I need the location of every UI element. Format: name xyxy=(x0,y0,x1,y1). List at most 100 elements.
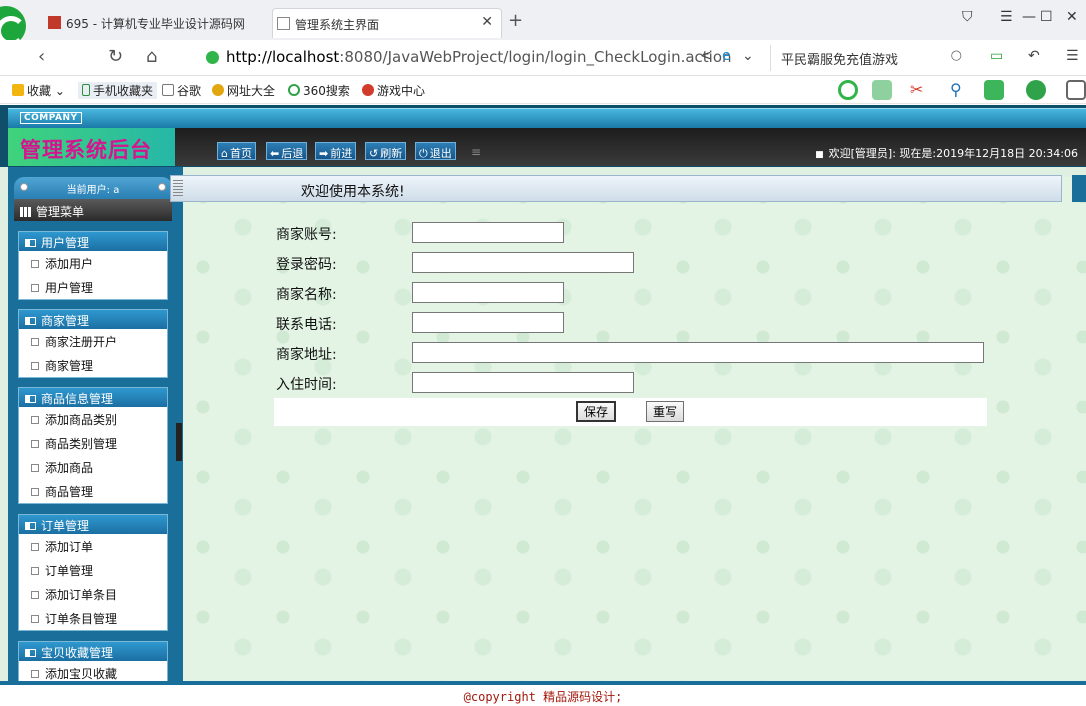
bookmarks-bar: 收藏 ⌄ 手机收藏夹 谷歌 网址大全 360搜索 游戏中心 ✂ ⚲ xyxy=(0,77,1086,104)
apps-grid-icon[interactable] xyxy=(1066,80,1086,100)
bullet-icon xyxy=(31,615,39,623)
address-bar[interactable]: http://localhost:8080/JavaWebProject/log… xyxy=(198,45,766,71)
folder-icon xyxy=(25,395,36,403)
maximize-icon[interactable]: ☐ xyxy=(1040,9,1053,25)
collapse-handle[interactable] xyxy=(176,423,182,461)
bullet-icon xyxy=(31,543,39,551)
shirt-icon[interactable]: ⛉ xyxy=(962,9,973,25)
menu-item-add-user[interactable]: 添加用户 xyxy=(19,251,167,275)
company-logo: COMPANY xyxy=(20,112,82,124)
reset-button[interactable]: 重写 xyxy=(646,401,685,422)
pin-icon xyxy=(20,183,28,191)
refresh-button[interactable]: ↺ 刷新 xyxy=(365,142,407,160)
bullet-icon xyxy=(31,362,39,370)
home-icon[interactable]: ⌂ xyxy=(146,46,157,67)
save-button[interactable]: 保存 xyxy=(576,401,617,422)
menu-item-add-favorite[interactable]: 添加宝贝收藏 xyxy=(19,661,167,683)
password-input[interactable] xyxy=(412,252,634,273)
bookmark-mobile[interactable]: 手机收藏夹 xyxy=(78,82,158,99)
bookmark-favorites[interactable]: 收藏 ⌄ xyxy=(12,82,65,99)
menu-item-add-order[interactable]: 添加订单 xyxy=(19,534,167,558)
bookmark-games[interactable]: 游戏中心 xyxy=(362,82,425,99)
tab-title: 管理系统主界面 xyxy=(295,18,380,32)
menu-item-add-order-item[interactable]: 添加订单条目 xyxy=(19,582,167,606)
back-icon[interactable]: ‹ xyxy=(38,46,45,67)
name-input[interactable] xyxy=(412,282,564,303)
user-icon[interactable] xyxy=(872,80,892,100)
group-header[interactable]: 用户管理 xyxy=(19,232,167,251)
search-engine-icon xyxy=(288,84,300,96)
group-header[interactable]: 商品信息管理 xyxy=(19,388,167,407)
shield-icon[interactable] xyxy=(1026,80,1046,100)
window-close-icon[interactable]: ✕ xyxy=(1066,9,1078,25)
page-favicon-icon xyxy=(277,17,290,30)
menu-item-manage-merchants[interactable]: 商家管理 xyxy=(19,353,167,377)
new-tab-icon[interactable]: + xyxy=(508,10,523,31)
reload-icon[interactable]: ↻ xyxy=(108,46,123,67)
url-host: http://localhost xyxy=(226,48,340,66)
arrow-left-icon: ⬅ xyxy=(270,147,280,160)
menu-item-add-product[interactable]: 添加商品 xyxy=(19,455,167,479)
welcome-bar: 欢迎使用本系统! xyxy=(170,175,1062,202)
account-label: 商家账号: xyxy=(276,227,337,243)
close-icon[interactable]: ✕ xyxy=(481,14,493,30)
bullet-icon xyxy=(31,416,39,424)
menu-item-register-merchant[interactable]: 商家注册开户 xyxy=(19,329,167,353)
extension-icon[interactable] xyxy=(838,80,858,100)
home-icon: ⌂ xyxy=(221,147,228,160)
secure-icon xyxy=(206,51,219,64)
browser-tab-active[interactable]: 管理系统主界面 ✕ xyxy=(272,8,502,38)
back-button[interactable]: ⬅ 后退 xyxy=(266,142,308,160)
group-header[interactable]: 订单管理 xyxy=(19,515,167,534)
phone-input[interactable] xyxy=(412,312,564,333)
url-path: :8080/JavaWebProject/login/login_CheckLo… xyxy=(339,48,732,66)
browser-tab[interactable]: 695 - 计算机专业毕业设计源码网 xyxy=(44,8,270,38)
menu-item-add-category[interactable]: 添加商品类别 xyxy=(19,407,167,431)
folder-icon xyxy=(25,522,36,530)
site-favicon-icon xyxy=(48,16,61,29)
date-input[interactable] xyxy=(412,372,634,393)
menu-icon[interactable]: ☰ xyxy=(1000,9,1013,25)
battery-icon[interactable]: ▭ xyxy=(990,48,1003,64)
group-header[interactable]: 商家管理 xyxy=(19,310,167,329)
bullet-icon xyxy=(31,338,39,346)
bookmark-google[interactable]: 谷歌 xyxy=(162,82,201,99)
bullet-icon xyxy=(31,670,39,678)
bookmark-sites[interactable]: 网址大全 xyxy=(212,82,275,99)
menu-item-manage-categories[interactable]: 商品类别管理 xyxy=(19,431,167,455)
menu-group-merchants: 商家管理 商家注册开户 商家管理 xyxy=(18,309,168,378)
search-input[interactable]: 平民霸服免充值游戏 ○ xyxy=(770,45,970,71)
ie-icon[interactable]: e xyxy=(722,48,731,64)
chevron-down-icon[interactable]: ⌄ xyxy=(742,48,754,64)
bookmark-360search[interactable]: 360搜索 xyxy=(288,82,350,99)
arrow-right-icon: ➡ xyxy=(319,147,329,160)
share-icon[interactable]: < xyxy=(700,48,712,64)
magnifier-icon[interactable]: ⚲ xyxy=(950,80,970,100)
undo-icon[interactable]: ↶ xyxy=(1028,48,1040,64)
menu-item-manage-users[interactable]: 用户管理 xyxy=(19,275,167,299)
logout-button[interactable]: ⏻ 退出 xyxy=(415,142,456,160)
current-user: 当前用户: a xyxy=(14,177,172,199)
home-button[interactable]: ⌂ 首页 xyxy=(217,142,256,160)
main-content xyxy=(183,177,1086,683)
scissors-icon[interactable]: ✂ xyxy=(910,80,930,100)
menu-item-manage-products[interactable]: 商品管理 xyxy=(19,479,167,503)
grip-icon xyxy=(173,180,183,198)
minimize-icon[interactable]: — xyxy=(1022,9,1036,25)
forward-button[interactable]: ➡ 前进 xyxy=(315,142,357,160)
menu-item-manage-orders[interactable]: 订单管理 xyxy=(19,558,167,582)
gamepad-icon[interactable] xyxy=(984,80,1004,100)
search-text: 平民霸服免充值游戏 xyxy=(781,53,899,68)
group-header[interactable]: 宝贝收藏管理 xyxy=(19,642,167,661)
address-label: 商家地址: xyxy=(276,347,337,363)
account-input[interactable] xyxy=(412,222,564,243)
form-buttons: 保存 重写 xyxy=(274,398,987,426)
bullet-icon xyxy=(31,567,39,575)
grid-icon xyxy=(20,207,32,217)
app-header: COMPANY 管理系统后台 ⌂ 首页 ⬅ 后退 ➡ 前进 ↺ 刷新 ⏻ 退出 ≡ ■ 欢迎… xyxy=(0,105,1086,167)
more-menu-icon[interactable]: ☰ xyxy=(1066,48,1079,64)
address-input[interactable] xyxy=(412,342,984,363)
menu-item-manage-order-items[interactable]: 订单条目管理 xyxy=(19,606,167,630)
search-icon[interactable]: ○ xyxy=(951,48,962,63)
name-label: 商家名称: xyxy=(276,287,337,303)
